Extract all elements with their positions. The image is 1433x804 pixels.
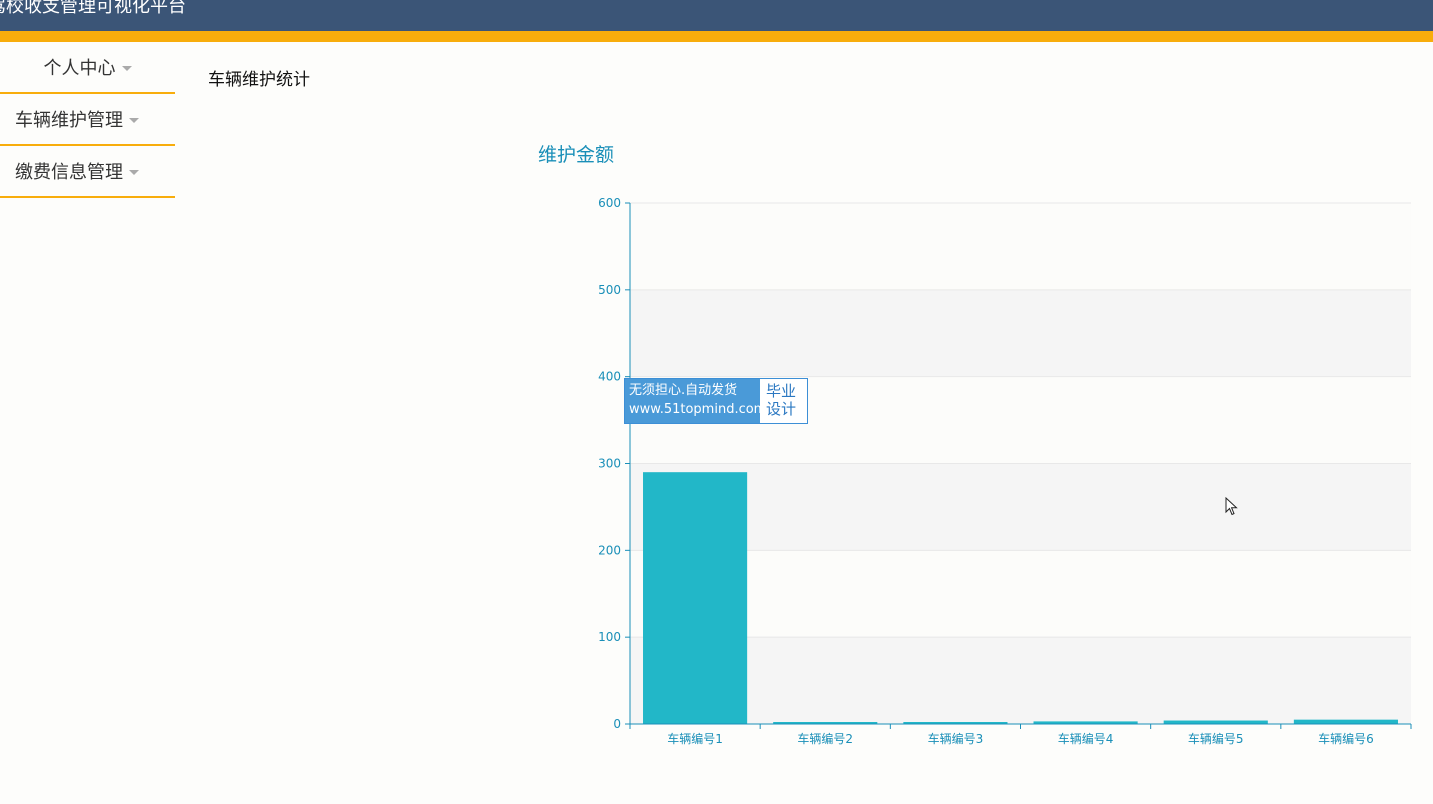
bar-1 (643, 472, 748, 724)
x-tick-label: 车辆编号5 (1188, 731, 1244, 746)
watermark-tag-line1: 毕业 (766, 382, 797, 400)
mouse-cursor-icon (1225, 497, 1238, 516)
page-title: 车辆维护统计 (208, 70, 310, 90)
y-tick-label: 200 (598, 543, 621, 557)
grid-band (630, 289, 1411, 377)
bar-5 (1163, 720, 1268, 724)
header-bar: 驾校收支管理可视化平台 (0, 0, 1433, 31)
x-tick-label: 车辆编号2 (797, 731, 853, 746)
y-tick-label: 300 (598, 457, 621, 471)
sidebar-item-vehicle-maintenance[interactable]: 车辆维护管理 (0, 94, 175, 146)
sidebar-item-payment-info[interactable]: 缴费信息管理 (0, 146, 175, 198)
sidebar-item-label: 缴费信息管理 (15, 162, 123, 183)
watermark-tag-line2: 设计 (766, 400, 797, 418)
accent-bar (0, 31, 1433, 42)
y-axis-ticks: 0 100 200 300 400 500 600 (598, 196, 630, 731)
sidebar-item-label: 个人中心 (43, 58, 116, 79)
sidebar: 个人中心 车辆维护管理 缴费信息管理 (0, 42, 175, 198)
caret-down-icon (121, 65, 132, 71)
watermark-url: www.51topmind.com (629, 402, 767, 417)
watermark-tag: 毕业 设计 (760, 379, 807, 423)
caret-down-icon (129, 169, 139, 175)
watermark-left: 无须担心.自动发货 www.51topmind.com (625, 379, 767, 423)
app-title: 驾校收支管理可视化平台 (0, 0, 186, 17)
y-tick-label: 0 (613, 717, 621, 731)
x-tick-label: 车辆编号4 (1058, 731, 1114, 746)
bar-6 (1293, 719, 1398, 724)
watermark-slogan: 无须担心.自动发货 (629, 383, 738, 398)
chart-title: 维护金额 (538, 144, 615, 166)
watermark-badge: 无须担心.自动发货 www.51topmind.com 毕业 设计 (624, 378, 808, 424)
y-tick-label: 400 (598, 370, 621, 384)
x-tick-label: 车辆编号3 (928, 731, 984, 746)
caret-down-icon (129, 117, 139, 123)
y-tick-label: 100 (598, 630, 621, 644)
y-tick-label: 500 (598, 283, 621, 297)
x-tick-label: 车辆编号6 (1318, 731, 1374, 746)
sidebar-item-label: 车辆维护管理 (15, 110, 123, 131)
y-tick-label: 600 (598, 196, 621, 210)
grid-band (630, 203, 1411, 290)
x-tick-label: 车辆编号1 (667, 731, 723, 746)
x-axis-ticks: 车辆编号1 车辆编号2 车辆编号3 车辆编号4 车辆编号5 车辆编号6 (629, 724, 1412, 746)
sidebar-item-personal-center[interactable]: 个人中心 (0, 42, 175, 94)
